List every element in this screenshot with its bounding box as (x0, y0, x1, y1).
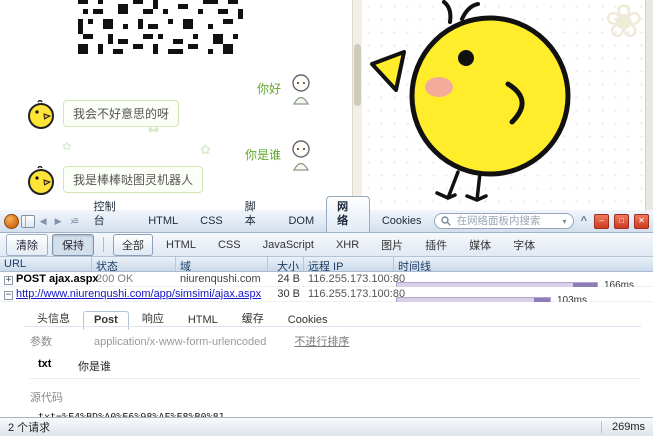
column-remote-ip[interactable]: 远程 IP (304, 257, 394, 271)
page-scrollbar[interactable] (645, 0, 653, 210)
command-line-icon[interactable]: ›≡ (66, 216, 81, 227)
tab-html[interactable]: HTML (138, 211, 188, 232)
filter-all[interactable]: 全部 (113, 233, 153, 256)
param-value: 你是谁 (78, 361, 111, 373)
user-avatar (292, 140, 310, 171)
tab-network[interactable]: 网络 (326, 196, 370, 232)
filter-html[interactable]: HTML (157, 236, 205, 254)
detail-tab-html[interactable]: HTML (177, 311, 229, 330)
user-avatar (292, 74, 310, 105)
filter-media[interactable]: 媒体 (460, 234, 500, 256)
chat-pane: 你好 我会不好意思的呀 你是谁 (0, 0, 352, 210)
tab-script[interactable]: 脚本 (235, 197, 277, 232)
chat-message-text: 你好 (256, 82, 281, 96)
search-input[interactable] (454, 214, 559, 228)
chat-message-outgoing: 你是谁 (245, 138, 314, 172)
request-remote-ip: 116.255.173.100:80 (308, 273, 406, 285)
post-data-panel: 参数 application/x-www-form-urlencoded 不进行… (30, 333, 641, 423)
flower-decoration (200, 142, 211, 158)
params-label: 参数 (30, 336, 52, 348)
request-row[interactable]: + POST ajax.aspx 200 OK niurenqushi.com 2… (0, 272, 653, 291)
source-label: 源代码 (30, 392, 63, 404)
total-time: 269ms (611, 421, 645, 433)
network-table-header: URL 状态 域 大小 远程 IP 时间线 (0, 257, 653, 272)
chat-message-incoming: 我会不好意思的呀 (26, 100, 180, 130)
scrollbar-thumb[interactable] (354, 44, 361, 106)
column-url[interactable]: URL (0, 257, 92, 271)
filter-javascript[interactable]: JavaScript (254, 236, 323, 254)
panel-layout-icon[interactable] (20, 214, 35, 228)
devtools-panel: ◀ ▶ ›≡ 控制台 HTML CSS 脚本 DOM 网络 Cookies ▾ … (0, 196, 653, 436)
detail-tab-post[interactable]: Post (83, 311, 129, 330)
request-url-cell: − http://www.niurenqushi.com/app/simsimi/… (0, 288, 261, 300)
request-size: 30 B (277, 288, 300, 300)
request-size: 24 B (277, 273, 300, 285)
filter-plugins[interactable]: 插件 (416, 234, 456, 256)
chat-message-text: 我会不好意思的呀 (63, 100, 180, 127)
chat-message-text: 我是棒棒哒图灵机器人 (63, 166, 204, 193)
detach-window-button[interactable]: □ (614, 213, 629, 229)
chat-message-incoming: 我是棒棒哒图灵机器人 (26, 166, 204, 196)
column-domain[interactable]: 域 (176, 257, 268, 271)
request-count: 2 个请求 (8, 422, 51, 434)
status-divider (600, 421, 602, 433)
chick-avatar (28, 100, 54, 129)
forward-icon[interactable]: ▶ (52, 216, 65, 227)
chat-message-text: 你是谁 (244, 148, 281, 162)
filter-images[interactable]: 图片 (372, 234, 412, 256)
tab-console[interactable]: 控制台 (84, 197, 137, 232)
chat-message-outgoing: 你好 (257, 72, 314, 106)
tab-dom[interactable]: DOM (278, 211, 324, 232)
flower-decoration (62, 140, 71, 153)
filter-css[interactable]: CSS (209, 236, 250, 254)
request-url-link[interactable]: http://www.niurenqushi.com/app/simsimi/a… (16, 288, 261, 300)
qr-code (78, 0, 243, 54)
devtools-tabbar: ◀ ▶ ›≡ 控制台 HTML CSS 脚本 DOM 网络 Cookies ▾ … (0, 196, 653, 233)
search-options-icon[interactable]: ▾ (563, 217, 567, 226)
flower-decoration (604, 0, 643, 48)
param-name: txt (38, 358, 52, 370)
column-timeline[interactable]: 时间线 (394, 257, 653, 271)
column-size[interactable]: 大小 (268, 257, 304, 271)
tab-cookies[interactable]: Cookies (372, 211, 432, 232)
request-domain: niurenqushi.com (180, 273, 261, 285)
detail-tab-cookies[interactable]: Cookies (277, 311, 339, 330)
minimize-button[interactable]: – (594, 213, 609, 229)
collapse-panel-icon[interactable]: ^ (579, 215, 589, 227)
status-bar: 2 个请求 269ms (0, 417, 653, 436)
request-detail-panel: 头信息 Post 响应 HTML 缓存 Cookies 参数 applicati… (0, 302, 653, 423)
search-icon (440, 216, 451, 226)
content-type: application/x-www-form-urlencoded (94, 336, 267, 348)
request-remote-ip: 116.255.173.100:80 (308, 288, 406, 300)
screen: 你好 我会不好意思的呀 你是谁 (0, 0, 653, 436)
toolbar-divider (103, 237, 104, 252)
request-row[interactable]: − http://www.niurenqushi.com/app/simsimi/… (0, 287, 653, 306)
request-status: 200 OK (96, 273, 134, 285)
illustration-pane (362, 0, 645, 210)
param-row: txt 你是谁 (30, 356, 641, 379)
detail-tabs-divider (24, 326, 641, 327)
tab-css[interactable]: CSS (190, 211, 233, 232)
expand-icon[interactable]: + (4, 276, 13, 285)
network-toolbar: 清除 保持 全部 HTML CSS JavaScript XHR 图片 插件 媒… (0, 233, 653, 257)
back-icon[interactable]: ◀ (37, 216, 50, 227)
do-not-sort-link[interactable]: 不进行排序 (294, 333, 349, 349)
clear-button[interactable]: 清除 (6, 233, 48, 256)
close-button[interactable]: ✕ (634, 213, 649, 229)
collapse-icon[interactable]: − (4, 291, 13, 300)
request-url: POST ajax.aspx (16, 273, 99, 285)
request-url-cell: + POST ajax.aspx (0, 273, 99, 285)
filter-fonts[interactable]: 字体 (504, 234, 544, 256)
chick-avatar (28, 166, 54, 195)
chick-illustration (370, 0, 571, 202)
filter-xhr[interactable]: XHR (327, 236, 368, 254)
firebug-icon[interactable] (4, 213, 19, 229)
search-box[interactable]: ▾ (433, 213, 574, 229)
column-status[interactable]: 状态 (92, 257, 176, 271)
persist-button[interactable]: 保持 (52, 233, 94, 256)
